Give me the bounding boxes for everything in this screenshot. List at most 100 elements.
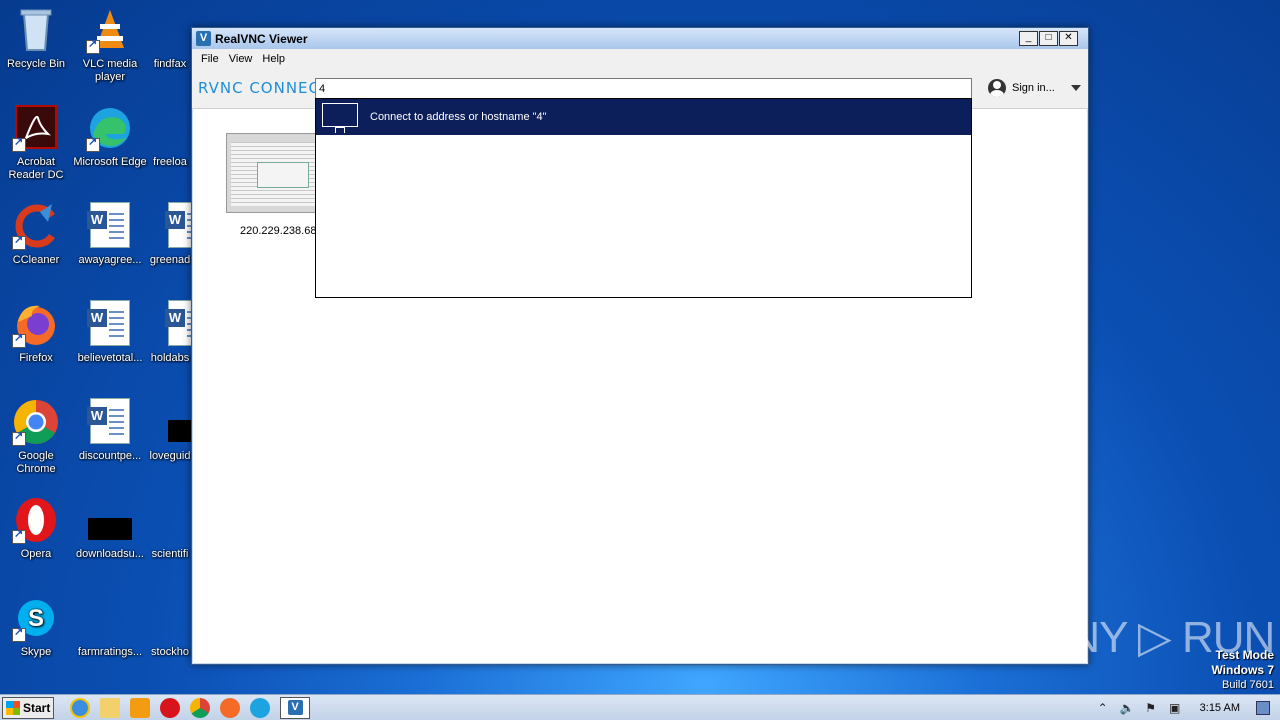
start-button[interactable]: Start [2, 696, 54, 719]
realvnc-icon: V [287, 700, 303, 715]
desktop-icon-label: believetotal... [77, 352, 143, 364]
address-suggestion-dropdown: Connect to address or hostname "4" [315, 98, 972, 298]
desktop-icon-awayagree[interactable]: awayagree... [72, 202, 148, 267]
shortcut-arrow-icon [12, 626, 26, 642]
start-label: Start [23, 700, 51, 715]
ccleaner-icon [12, 202, 60, 250]
firefox-icon [12, 300, 60, 348]
desktop-icon-label: Firefox [19, 352, 53, 364]
vnc-connect-logo: RVNC CONNECT [198, 79, 331, 97]
network-icon[interactable]: ▣ [1168, 701, 1182, 715]
desktop-icon-ccleaner[interactable]: CCleaner [0, 202, 74, 267]
opera-icon [12, 496, 60, 544]
system-tray: ⌃ 🔈 ⚑ ▣ 3:15 AM [1096, 695, 1280, 720]
pinned-apps: V [70, 696, 310, 719]
shortcut-arrow-icon [86, 136, 100, 152]
desktop-icon-label: farmratings... [77, 646, 143, 658]
monitor-icon [322, 101, 358, 133]
skype-icon: S [12, 594, 60, 642]
shortcut-arrow-icon [12, 332, 26, 348]
desktop-icon-label: discountpe... [78, 450, 142, 462]
document-icon [86, 594, 134, 642]
menu-bar: File View Help [192, 49, 1088, 69]
window-title: RealVNC Viewer [215, 31, 308, 46]
tray-chevron-icon[interactable]: ⌃ [1096, 701, 1110, 715]
desktop-icon-firefox[interactable]: Firefox [0, 300, 74, 365]
sign-in-label: Sign in... [1012, 82, 1055, 94]
black-file-icon [86, 496, 134, 544]
document-icon [146, 496, 194, 544]
title-bar[interactable]: V RealVNC Viewer _ □ ✕ [192, 28, 1088, 49]
desktop-icon-edge[interactable]: Microsoft Edge [72, 104, 148, 169]
desktop-icon-farmratings[interactable]: farmratings... [72, 594, 148, 659]
address-search-input[interactable] [315, 78, 972, 100]
thumbnail-dialog [257, 162, 309, 188]
vlc-icon [86, 6, 134, 54]
show-desktop-button[interactable] [1256, 701, 1270, 715]
menu-view[interactable]: View [224, 53, 258, 65]
flag-icon[interactable]: ⚑ [1144, 701, 1158, 715]
chrome-icon[interactable] [190, 697, 210, 718]
word-document-icon [146, 202, 208, 250]
opera-icon[interactable] [160, 697, 180, 718]
desktop-icon-opera[interactable]: Opera [0, 496, 74, 561]
connection-thumbnail[interactable] [226, 133, 316, 213]
test-mode-line3: Build 7601 [1222, 679, 1274, 691]
shortcut-arrow-icon [12, 234, 26, 250]
word-document-icon [86, 300, 134, 348]
word-document-icon [146, 300, 208, 348]
desktop-icon-label: VLC media player [82, 58, 138, 83]
desktop-icon-downloadsu[interactable]: downloadsu... [72, 496, 148, 561]
desktop-icon-label: Acrobat Reader DC [8, 156, 64, 181]
document-icon [146, 594, 194, 642]
test-mode-line2: Windows 7 [1211, 663, 1274, 677]
desktop-icon-skype[interactable]: S Skype [0, 594, 74, 659]
svg-text:S: S [28, 605, 44, 632]
suggestion-label: Connect to address or hostname "4" [370, 111, 547, 123]
realvnc-taskbar-button[interactable]: V [280, 696, 310, 719]
desktop-icon-label: Recycle Bin [6, 58, 66, 70]
desktop-icon-label: Google Chrome [16, 450, 56, 475]
desktop-icon-recycle-bin[interactable]: Recycle Bin [0, 6, 74, 71]
maximize-button[interactable]: □ [1039, 31, 1058, 46]
recycle-bin-icon [12, 6, 60, 54]
desktop-icon-label: Opera [20, 548, 52, 560]
firefox-icon[interactable] [220, 697, 240, 718]
desktop-icon-label: downloadsu... [76, 548, 144, 560]
taskbar: Start V ⌃ 🔈 ⚑ ▣ 3:15 AM [0, 694, 1280, 720]
minimize-button[interactable]: _ [1019, 31, 1038, 46]
chevron-down-icon [1070, 85, 1081, 91]
black-file-icon [146, 398, 196, 446]
shortcut-arrow-icon [12, 430, 26, 446]
connection-label[interactable]: 220.229.238.68 [240, 225, 316, 237]
document-icon [146, 6, 194, 54]
sign-in-button[interactable]: Sign in... [988, 79, 1081, 97]
media-player-icon[interactable] [130, 697, 150, 718]
acrobat-icon [12, 104, 60, 152]
word-document-icon [86, 398, 134, 446]
shortcut-arrow-icon [86, 38, 100, 54]
test-mode-line1: Test Mode [1215, 648, 1274, 662]
chrome-icon [12, 398, 60, 446]
desktop-icon-vlc[interactable]: VLC media player [72, 6, 148, 84]
desktop-icon-discountpe[interactable]: discountpe... [72, 398, 148, 463]
windows-logo-icon [6, 700, 20, 715]
desktop-icon-acrobat[interactable]: Acrobat Reader DC [0, 104, 74, 182]
edge-icon[interactable] [250, 697, 270, 718]
ie-icon[interactable] [70, 697, 90, 718]
word-document-icon [86, 202, 134, 250]
desktop-icon-label: CCleaner [12, 254, 60, 266]
desktop-icon-label: Microsoft Edge [73, 156, 147, 168]
desktop-icon-chrome[interactable]: Google Chrome [0, 398, 74, 476]
realvnc-icon: V [196, 31, 211, 46]
menu-file[interactable]: File [196, 53, 224, 65]
user-avatar-icon [988, 79, 1006, 97]
close-button[interactable]: ✕ [1059, 31, 1078, 46]
connect-suggestion-item[interactable]: Connect to address or hostname "4" [316, 99, 971, 135]
desktop-icon-believetotal[interactable]: believetotal... [72, 300, 148, 365]
explorer-icon[interactable] [100, 697, 120, 718]
volume-icon[interactable]: 🔈 [1120, 701, 1135, 715]
menu-help[interactable]: Help [257, 53, 290, 65]
clock[interactable]: 3:15 AM [1200, 702, 1240, 714]
shortcut-arrow-icon [12, 528, 26, 544]
